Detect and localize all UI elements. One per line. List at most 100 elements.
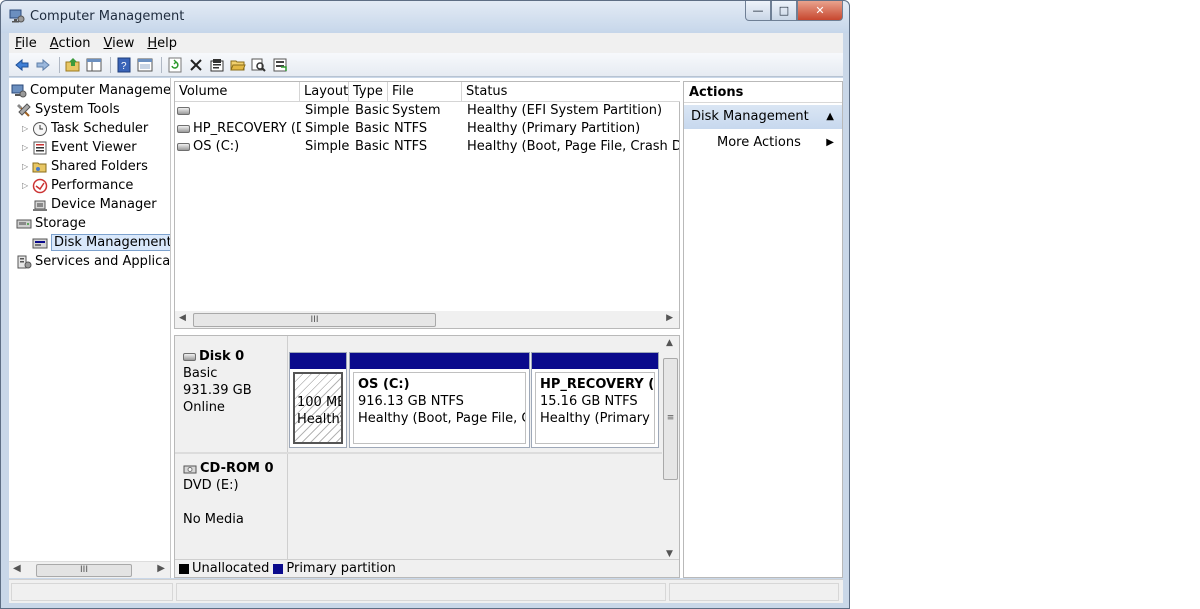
console-tree-icon[interactable]	[136, 56, 154, 74]
volume-name: OS (C:)	[193, 139, 240, 154]
volume-name: HP_RECOVERY (D:)	[193, 121, 301, 136]
unallocated-swatch	[179, 563, 189, 574]
tree-item-services-and-applications[interactable]: Services and Application	[16, 252, 170, 271]
menu-view-label: iew	[112, 35, 135, 51]
column-header-status[interactable]: Status	[462, 82, 680, 102]
disk-icon	[183, 352, 196, 361]
volume-cell[interactable]	[177, 102, 237, 120]
partition-os-c[interactable]: OS (C:) 916.13 GB NTFS Healthy (Boot, Pa…	[349, 352, 530, 448]
partition-recovery-body: HP_RECOVERY (D:) 15.16 GB NTFS Healthy (…	[535, 372, 655, 444]
close-button[interactable]: ✕	[797, 1, 843, 21]
scroll-thumb[interactable]: III	[193, 313, 436, 327]
tree-item-device-manager[interactable]: Device Manager	[32, 195, 157, 214]
toolbar-separator	[59, 56, 60, 73]
cdrom-icon	[183, 465, 197, 473]
cdrom-0-drive: DVD (E:)	[183, 478, 239, 493]
layout-cell: Simple	[305, 139, 350, 154]
tree-item-performance[interactable]: ▷ Performance	[22, 176, 133, 195]
actions-section-label: Disk Management	[691, 109, 809, 124]
partition-header-bar	[290, 353, 346, 369]
collapse-arrow-icon[interactable]: ▲	[826, 105, 834, 129]
export-icon[interactable]	[271, 56, 289, 74]
volume-cell[interactable]: OS (C:)	[177, 138, 301, 156]
disk-0-kind: Basic	[183, 366, 218, 381]
graph-vertical-scrollbar[interactable]: ▲ ≡ ▼	[662, 336, 679, 561]
show-hide-tree-icon[interactable]	[85, 56, 103, 74]
column-header-volume[interactable]: Volume	[175, 82, 300, 102]
shared-folder-icon	[32, 162, 47, 172]
tree-item-shared-folders[interactable]: ▷ Shared Folders	[22, 157, 148, 176]
tree-item-computer-management[interactable]: Computer Management (Lo	[11, 81, 171, 100]
menu-help[interactable]: Help	[147, 36, 177, 51]
partition-efi[interactable]: 100 MB Healthy	[289, 352, 347, 448]
volume-disk-icon	[177, 142, 190, 151]
actions-section-disk-management[interactable]: Disk Management ▲	[684, 105, 842, 129]
menu-view[interactable]: View	[104, 36, 135, 51]
tree-item-storage[interactable]: Storage	[16, 214, 86, 233]
help-icon[interactable]: ?	[115, 56, 133, 74]
expand-arrow-icon[interactable]: ▷	[22, 143, 32, 152]
menu-bar: File Action View Help	[9, 33, 843, 53]
menu-help-label: elp	[157, 35, 178, 51]
column-header-layout[interactable]: Layout	[300, 82, 349, 102]
partition-efi-size: 100 MB	[297, 395, 343, 410]
device-manager-icon	[33, 200, 47, 211]
tree-item-event-viewer[interactable]: ▷ Event Viewer	[22, 138, 137, 157]
disk-graphical-view: Disk 0 Basic 931.39 GB Online 100 MB Hea…	[174, 335, 680, 578]
expand-arrow-icon[interactable]: ▷	[22, 124, 32, 133]
more-actions-item[interactable]: More Actions ▶	[684, 132, 842, 154]
partition-recovery-name: HP_RECOVERY (D:)	[540, 377, 655, 392]
legend: Unallocated Primary partition	[175, 559, 679, 577]
tree-label: System Tools	[35, 102, 120, 117]
scroll-up-arrow-icon[interactable]: ▲	[666, 338, 673, 348]
fs-cell: NTFS	[394, 121, 428, 136]
scroll-right-arrow-icon[interactable]: ▶	[157, 563, 165, 574]
expand-arrow-icon[interactable]: ▷	[22, 181, 32, 190]
search-icon[interactable]	[250, 56, 268, 74]
forward-icon[interactable]	[34, 56, 52, 74]
delete-icon[interactable]	[187, 56, 205, 74]
menu-action[interactable]: Action	[50, 36, 91, 51]
cdrom-0-label[interactable]: CD-ROM 0 DVD (E:) No Media	[175, 454, 288, 560]
back-icon[interactable]	[13, 56, 31, 74]
scroll-left-arrow-icon[interactable]: ◀	[13, 563, 21, 574]
menu-file[interactable]: File	[15, 36, 37, 51]
expand-arrow-icon[interactable]: ▷	[22, 162, 32, 171]
volume-list-horizontal-scrollbar[interactable]: ◀ III ▶	[175, 311, 679, 328]
disk-0-state: Online	[183, 400, 225, 415]
window-title: Computer Management	[30, 9, 185, 24]
console-tree: Computer Management (Lo System Tools ▷ T…	[9, 78, 171, 578]
volume-disk-icon	[177, 106, 190, 115]
title-bar[interactable]: Computer Management — □ ✕	[1, 1, 849, 33]
minimize-button[interactable]: —	[745, 1, 771, 21]
disk-0-size: 931.39 GB	[183, 383, 252, 398]
status-segment	[176, 583, 666, 601]
partition-header-bar	[350, 353, 529, 369]
status-cell: Healthy (Boot, Page File, Crash Dump	[467, 139, 679, 154]
type-cell: Basic	[355, 103, 390, 118]
open-icon[interactable]	[229, 56, 247, 74]
tree-label: Performance	[51, 178, 134, 193]
column-header-type[interactable]: Type	[349, 82, 388, 102]
tree-label: Computer Management (Lo	[30, 83, 171, 98]
refresh-icon[interactable]	[166, 56, 184, 74]
event-viewer-icon	[33, 141, 47, 154]
scroll-left-arrow-icon[interactable]: ◀	[179, 313, 186, 323]
tree-item-disk-management[interactable]: Disk Management	[32, 233, 170, 252]
scroll-down-arrow-icon[interactable]: ▼	[666, 549, 673, 559]
partition-os-name: OS (C:)	[358, 377, 410, 392]
partition-hp-recovery-d[interactable]: HP_RECOVERY (D:) 15.16 GB NTFS Healthy (…	[531, 352, 659, 448]
properties-icon[interactable]	[208, 56, 226, 74]
maximize-button[interactable]: □	[771, 1, 797, 21]
scroll-thumb[interactable]: III	[36, 564, 132, 577]
tree-item-system-tools[interactable]: System Tools	[16, 100, 120, 119]
tree-horizontal-scrollbar[interactable]: ◀ III ▶	[9, 561, 170, 578]
scroll-right-arrow-icon[interactable]: ▶	[666, 313, 673, 323]
scroll-thumb[interactable]: ≡	[663, 358, 678, 480]
tree-item-task-scheduler[interactable]: ▷ Task Scheduler	[22, 119, 148, 138]
column-header-file-system[interactable]: File System	[388, 82, 462, 118]
disk-0-label[interactable]: Disk 0 Basic 931.39 GB Online	[175, 336, 288, 452]
type-cell: Basic	[355, 121, 390, 136]
up-icon[interactable]	[64, 56, 82, 74]
volume-cell[interactable]: HP_RECOVERY (D:)	[177, 120, 301, 138]
